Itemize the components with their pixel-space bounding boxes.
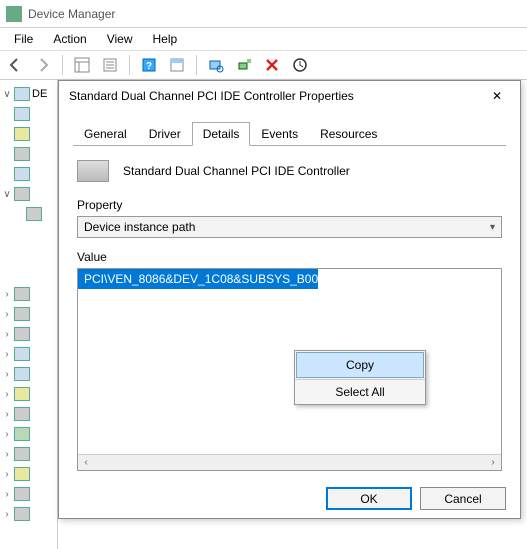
value-item[interactable]: PCI\VEN_8086&DEV_1C08&SUBSYS_B002 xyxy=(78,269,318,289)
tree-item-icon[interactable] xyxy=(14,147,30,161)
scroll-track[interactable] xyxy=(94,455,485,470)
menu-help[interactable]: Help xyxy=(143,30,188,48)
tree-item-icon[interactable] xyxy=(14,467,30,481)
separator xyxy=(196,55,197,75)
tab-details[interactable]: Details xyxy=(192,122,251,146)
tree-item-icon[interactable] xyxy=(14,107,30,121)
tree-item-icon[interactable] xyxy=(14,347,30,361)
device-name: Standard Dual Channel PCI IDE Controller xyxy=(123,164,350,178)
tree-item-icon[interactable] xyxy=(14,167,30,181)
tree-item-icon[interactable] xyxy=(14,307,30,321)
tree-item-icon[interactable] xyxy=(14,487,30,501)
horizontal-scrollbar[interactable]: ‹ › xyxy=(78,454,501,470)
menu-action[interactable]: Action xyxy=(43,30,96,48)
svg-text:?: ? xyxy=(146,61,152,72)
action-icon[interactable] xyxy=(166,54,188,76)
scroll-right-icon[interactable]: › xyxy=(485,455,501,470)
separator xyxy=(129,55,130,75)
scan-icon[interactable] xyxy=(205,54,227,76)
value-listbox[interactable]: PCI\VEN_8086&DEV_1C08&SUBSYS_B002 ‹ › xyxy=(77,268,502,471)
tree-view-icon[interactable] xyxy=(71,54,93,76)
tree-item-icon[interactable] xyxy=(26,207,42,221)
property-selected: Device instance path xyxy=(84,220,195,234)
tab-driver[interactable]: Driver xyxy=(138,122,192,146)
update-driver-icon[interactable] xyxy=(289,54,311,76)
tab-events[interactable]: Events xyxy=(250,122,309,146)
expander-icon[interactable]: ∨ xyxy=(2,189,12,200)
tree-item-icon[interactable] xyxy=(14,447,30,461)
back-icon[interactable] xyxy=(4,54,26,76)
help-icon[interactable]: ? xyxy=(138,54,160,76)
context-copy[interactable]: Copy xyxy=(296,352,424,378)
value-label: Value xyxy=(77,250,502,264)
tree-item-icon[interactable] xyxy=(14,387,30,401)
dialog-title: Standard Dual Channel PCI IDE Controller… xyxy=(69,89,354,103)
tab-strip: General Driver Details Events Resources xyxy=(73,121,506,146)
computer-icon xyxy=(14,87,30,101)
scroll-left-icon[interactable]: ‹ xyxy=(78,455,94,470)
app-icon xyxy=(6,6,22,22)
close-icon[interactable]: ✕ xyxy=(484,85,510,107)
properties-dialog: Standard Dual Channel PCI IDE Controller… xyxy=(58,80,521,519)
menu-file[interactable]: File xyxy=(4,30,43,48)
device-tree[interactable]: ∨DE ∨ › › › › › › › › › › › › xyxy=(0,80,58,549)
tree-item-icon[interactable] xyxy=(14,127,30,141)
property-label: Property xyxy=(77,198,502,212)
properties-icon[interactable] xyxy=(99,54,121,76)
tab-general[interactable]: General xyxy=(73,122,138,146)
ok-button[interactable]: OK xyxy=(326,487,412,510)
property-combobox[interactable]: Device instance path ▾ xyxy=(77,216,502,238)
tree-item-icon[interactable] xyxy=(14,367,30,381)
tree-item-icon[interactable] xyxy=(14,507,30,521)
context-menu: Copy Select All xyxy=(294,350,426,405)
tree-item-icon[interactable] xyxy=(14,187,30,201)
menubar: File Action View Help xyxy=(0,28,527,50)
device-icon xyxy=(77,160,109,182)
context-select-all[interactable]: Select All xyxy=(295,379,425,404)
tree-item-icon[interactable] xyxy=(14,327,30,341)
toolbar: ? xyxy=(0,50,527,80)
chevron-down-icon: ▾ xyxy=(490,222,495,233)
tree-item-icon[interactable] xyxy=(14,407,30,421)
menu-view[interactable]: View xyxy=(97,30,143,48)
uninstall-icon[interactable] xyxy=(261,54,283,76)
add-hardware-icon[interactable] xyxy=(233,54,255,76)
separator xyxy=(62,55,63,75)
window-title: Device Manager xyxy=(28,7,115,21)
tree-item-icon[interactable] xyxy=(14,287,30,301)
cancel-button[interactable]: Cancel xyxy=(420,487,506,510)
tab-resources[interactable]: Resources xyxy=(309,122,388,146)
forward-icon[interactable] xyxy=(32,54,54,76)
tree-root-label[interactable]: DE xyxy=(32,88,47,100)
tree-item-icon[interactable] xyxy=(14,427,30,441)
expander-icon[interactable]: ∨ xyxy=(2,89,12,100)
